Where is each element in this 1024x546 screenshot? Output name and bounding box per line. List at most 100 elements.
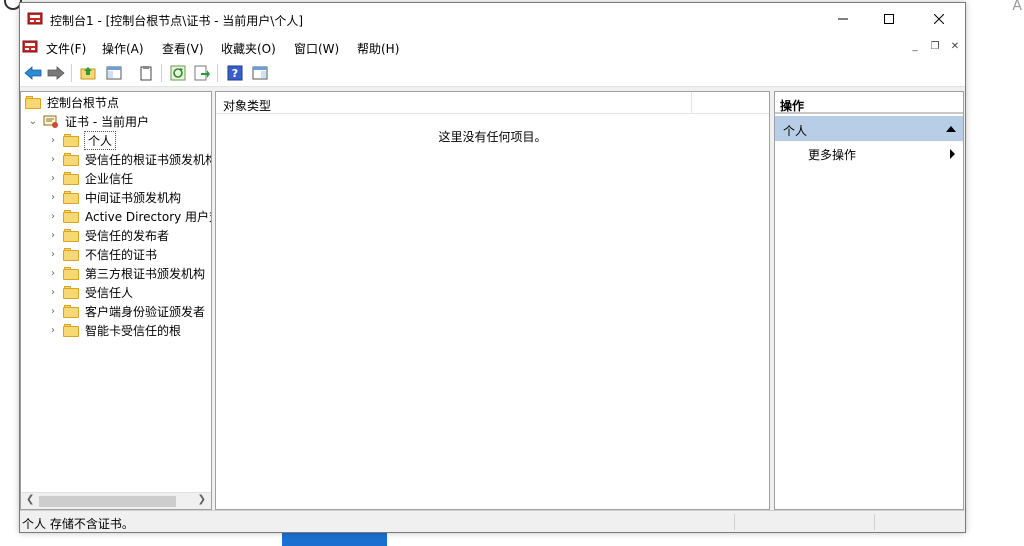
chevron-right-icon[interactable]: › [47,325,59,336]
empty-list-message: 这里没有任何项目。 [438,130,547,144]
mdi-minimize-button[interactable]: _ [907,38,923,54]
toolbar-separator [217,64,218,82]
tree-item-label: 控制台根节点 [47,96,120,110]
action-pane: 操作 个人 更多操作 [774,91,964,510]
chevron-right-icon[interactable]: › [47,287,59,298]
folder-icon [63,210,79,223]
chevron-right-icon[interactable]: › [47,154,59,165]
tree-item-trusted-people[interactable]: › 受信任人 [47,283,133,302]
scroll-right-icon[interactable]: ❯ [198,494,206,505]
chevron-right-icon[interactable]: › [47,268,59,279]
scrollbar-thumb[interactable] [39,496,176,507]
mmc-app-icon [27,12,43,25]
tree-item-third-party-root[interactable]: › 第三方根证书颁发机构 [47,264,205,283]
show-action-pane-button[interactable] [250,63,270,83]
refresh-button[interactable] [168,63,188,83]
properties-button[interactable] [136,63,156,83]
tree-item-label: 中间证书颁发机构 [85,191,182,205]
menu-favorites[interactable]: 收藏夹(O) [221,40,276,57]
tree-item-label: 受信任的发布者 [85,229,170,243]
tree-item-root[interactable]: 控制台根节点 [25,93,119,112]
certificate-store-icon [43,115,58,128]
chevron-right-icon[interactable]: › [47,230,59,241]
status-divider [734,514,735,530]
menu-file[interactable]: 文件(F) [46,40,86,57]
scroll-left-icon[interactable]: ❮ [26,494,34,505]
tree-item-trusted-publishers[interactable]: › 受信任的发布者 [47,226,169,245]
tree-item-intermediate-ca[interactable]: › 中间证书颁发机构 [47,188,181,207]
more-actions-item[interactable]: 更多操作 [775,146,963,164]
window-title: 控制台1 - [控制台根节点\证书 - 当前用户\个人] [50,14,304,28]
tree-item-label: 不信任的证书 [85,248,158,262]
title-bar[interactable]: 控制台1 - [控制台根节点\证书 - 当前用户\个人] [20,3,965,35]
menu-view[interactable]: 查看(V) [162,40,204,57]
tree-item-label: 客户端身份验证颁发者 [85,305,206,319]
chevron-right-icon[interactable]: › [47,135,59,146]
help-button[interactable]: ? [225,63,245,83]
export-list-button[interactable] [192,63,212,83]
mdi-close-button[interactable]: ✕ [947,38,963,54]
chevron-right-icon[interactable]: › [47,249,59,260]
folder-icon [63,134,79,147]
menu-action[interactable]: 操作(A) [102,40,144,57]
folder-icon [63,286,79,299]
toolbar-separator [71,64,72,82]
minimize-icon [838,18,848,20]
action-section-personal[interactable]: 个人 [775,116,963,141]
minimize-button[interactable] [820,3,866,35]
folder-icon [63,324,79,337]
console-tree[interactable]: 控制台根节点 ⌄ 证书 - 当前用户 › 个人 › 受信任的根证书颁发机构 › … [20,91,212,510]
help-icon: ? [227,65,243,81]
collapse-up-icon[interactable] [946,126,956,132]
status-bar: 个人 存储不含证书。 [20,510,965,532]
mmc-window: 控制台1 - [控制台根节点\证书 - 当前用户\个人] 文件(F) 操作(A)… [19,2,966,533]
maximize-icon [884,14,894,24]
up-level-button[interactable] [78,63,98,83]
status-text: 个人 存储不含证书。 [22,517,134,531]
menu-window[interactable]: 窗口(W) [294,40,339,57]
tree-item-enterprise-trust[interactable]: › 企业信任 [47,169,133,188]
chevron-right-icon[interactable]: › [47,173,59,184]
mdi-restore-button[interactable]: ❐ [927,38,943,54]
more-actions-label: 更多操作 [808,148,857,162]
column-divider[interactable] [691,92,692,114]
show-hide-tree-icon [106,66,122,80]
document-window-icon[interactable] [22,39,38,55]
svg-text:?: ? [232,67,238,80]
tree-item-untrusted[interactable]: › 不信任的证书 [47,245,157,264]
tree-item-label: 受信任人 [85,286,134,300]
tree-item-smart-card-root[interactable]: › 智能卡受信任的根 [47,321,181,340]
chevron-right-icon[interactable]: › [47,211,59,222]
column-header-object-type[interactable]: 对象类型 [223,97,271,114]
chevron-right-icon[interactable]: › [47,192,59,203]
tree-item-label: 受信任的根证书颁发机构 [85,153,212,167]
forward-button[interactable] [46,63,66,83]
show-hide-tree-button[interactable] [104,63,124,83]
submenu-arrow-icon [950,149,955,159]
chevron-right-icon[interactable]: › [47,306,59,317]
tree-horizontal-scrollbar[interactable]: ❮ ❯ [21,492,211,509]
action-section-label: 个人 [783,124,808,138]
menu-help[interactable]: 帮助(H) [357,40,399,57]
properties-icon [140,66,152,81]
tree-item-active-directory[interactable]: › Active Directory 用户对象 [47,207,211,226]
folder-icon [63,248,79,261]
chevron-down-icon[interactable]: ⌄ [27,116,39,127]
back-button[interactable] [23,63,43,83]
export-list-icon [194,65,210,81]
toolbar: ? [20,59,965,87]
tree-item-trusted-root[interactable]: › 受信任的根证书颁发机构 [47,150,212,169]
maximize-button[interactable] [866,3,912,35]
tree-item-label: 企业信任 [85,172,134,186]
mdi-controls: _ ❐ ✕ [907,38,963,54]
tree-item-label: 证书 - 当前用户 [65,115,149,129]
tree-item-client-auth-issuers[interactable]: › 客户端身份验证颁发者 [47,302,205,321]
tree-item-certificates-current-user[interactable]: ⌄ 证书 - 当前用户 [27,112,149,131]
tree-item-label: 第三方根证书颁发机构 [85,267,206,281]
close-button[interactable] [916,3,962,35]
background-blue-button [282,533,387,546]
tree-item-personal[interactable]: › 个人 [47,131,117,150]
folder-icon [25,96,41,109]
folder-icon [63,191,79,204]
results-pane[interactable]: 对象类型 这里没有任何项目。 [215,91,770,510]
